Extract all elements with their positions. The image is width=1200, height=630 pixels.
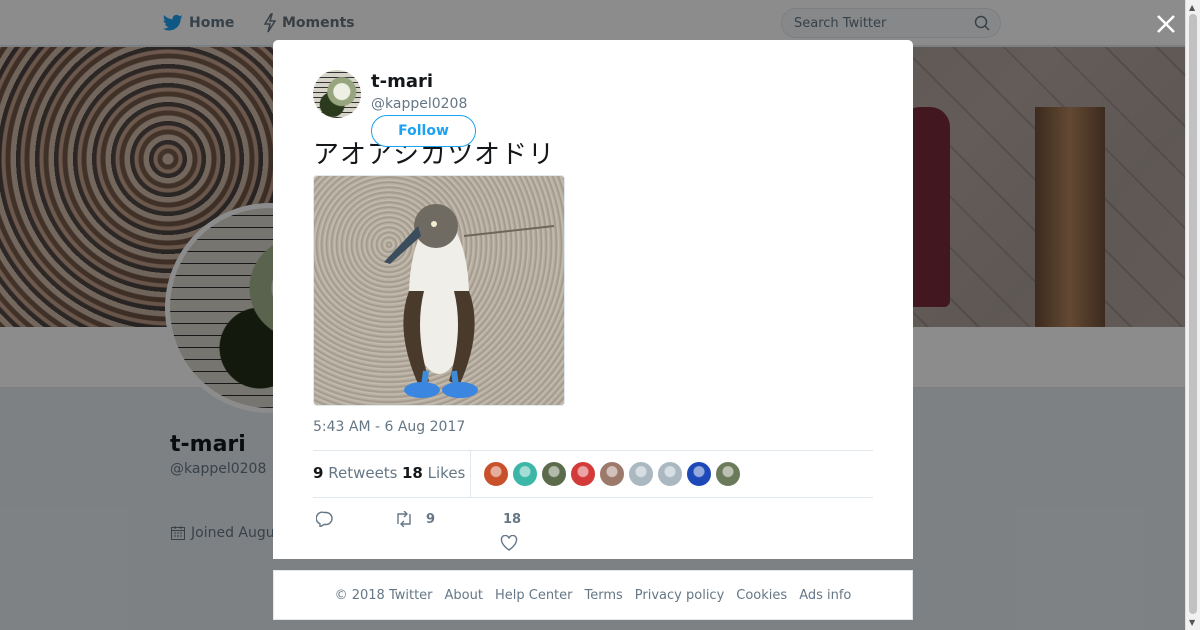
retweet-button[interactable]: 9 — [394, 511, 435, 527]
liker-avatar[interactable] — [686, 461, 712, 487]
liker-avatar[interactable] — [570, 461, 596, 487]
footer-link-ads-info[interactable]: Ads info — [799, 588, 851, 603]
tweet-stats: 9 Retweets 18 Likes — [313, 450, 873, 498]
liker-avatar[interactable] — [599, 461, 625, 487]
footer-link-terms[interactable]: Terms — [585, 588, 623, 603]
tweet-modal: t-mari @kappel0208 アオアシカツオドリ Follow 5:43… — [273, 40, 913, 559]
liker-avatar[interactable] — [628, 461, 654, 487]
heart-icon — [500, 535, 518, 551]
retweet-count: 9 — [426, 511, 436, 527]
retweets-count: 9 — [313, 464, 324, 482]
liker-avatar[interactable] — [715, 461, 741, 487]
liker-avatar[interactable] — [512, 461, 538, 487]
tweet-author-handle[interactable]: @kappel0208 — [371, 96, 467, 112]
liker-avatar[interactable] — [541, 461, 567, 487]
tweet-photo[interactable] — [313, 175, 565, 406]
scroll-up-icon[interactable]: ▲ — [1189, 3, 1195, 12]
tweet-author-avatar[interactable] — [313, 70, 361, 118]
close-icon[interactable] — [1154, 12, 1178, 36]
likes-stat[interactable]: 18 Likes — [402, 464, 465, 482]
liker-avatar[interactable] — [483, 461, 509, 487]
stats-divider — [470, 451, 471, 497]
footer-copyright: © 2018 Twitter — [334, 587, 433, 603]
reply-icon — [316, 511, 333, 527]
scroll-down-icon[interactable]: ▼ — [1189, 618, 1195, 627]
retweets-stat[interactable]: 9 Retweets — [313, 464, 398, 482]
page-scrollbar[interactable]: ▲ ▼ — [1185, 0, 1200, 630]
modal-footer: © 2018 Twitter About Help Center Terms P… — [273, 570, 913, 620]
liker-avatars — [483, 461, 741, 487]
scrollbar-thumb[interactable] — [1189, 14, 1197, 614]
tweet-author-name[interactable]: t-mari — [371, 71, 433, 92]
retweets-label: Retweets — [328, 464, 398, 482]
liker-avatar[interactable] — [657, 461, 683, 487]
like-button[interactable] — [500, 535, 518, 551]
tweet-actions: 9 18 — [313, 508, 873, 553]
reply-button[interactable] — [316, 511, 340, 527]
likes-label: Likes — [427, 464, 466, 482]
like-count: 18 — [503, 512, 522, 527]
footer-link-cookies[interactable]: Cookies — [736, 588, 787, 603]
likes-count: 18 — [402, 464, 423, 482]
footer-link-about[interactable]: About — [445, 588, 483, 603]
footer-link-help-center[interactable]: Help Center — [495, 588, 573, 603]
retweet-icon — [397, 511, 411, 527]
tweet-timestamp[interactable]: 5:43 AM - 6 Aug 2017 — [313, 419, 465, 435]
footer-link-privacy[interactable]: Privacy policy — [635, 588, 724, 603]
follow-button[interactable]: Follow — [371, 115, 476, 147]
booby-bird-image — [384, 204, 555, 398]
